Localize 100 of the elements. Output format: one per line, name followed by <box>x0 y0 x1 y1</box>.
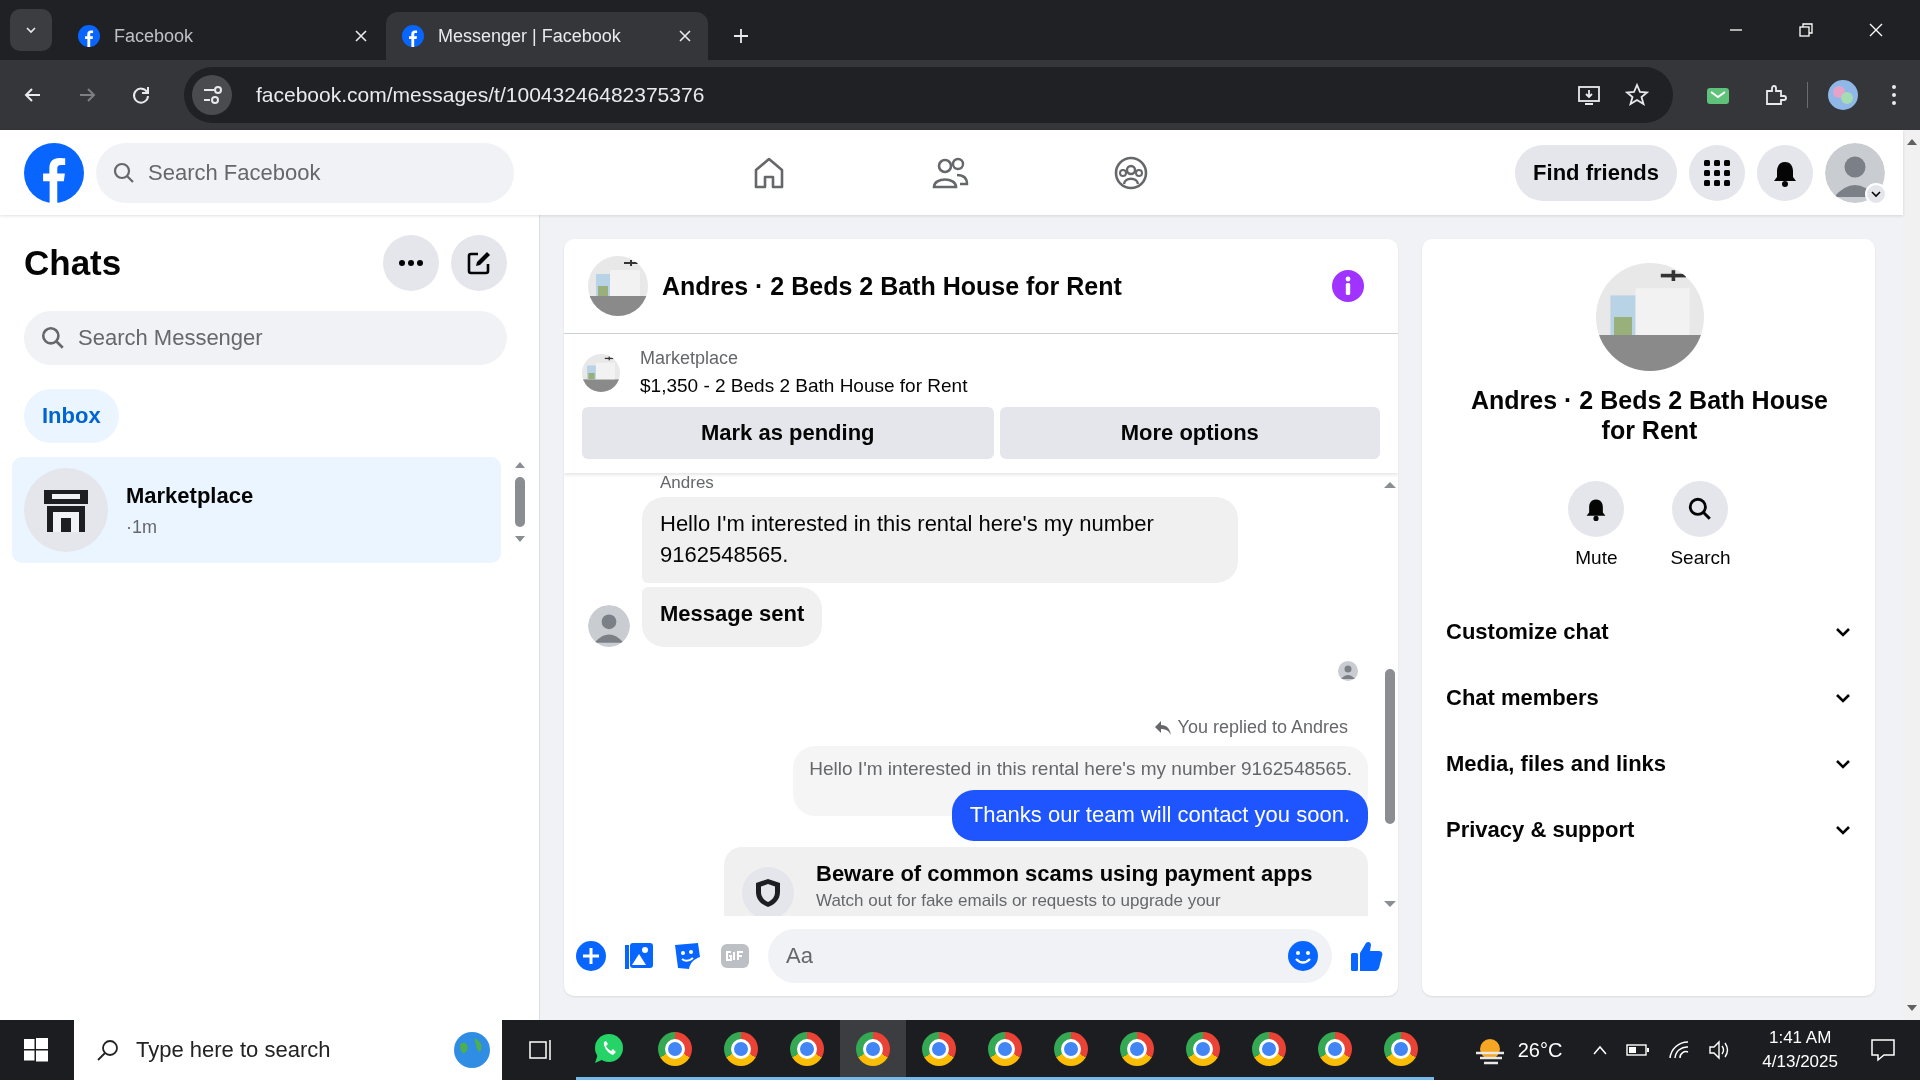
wifi-icon[interactable] <box>1668 1040 1691 1060</box>
section-header[interactable]: Privacy & support <box>1446 797 1853 863</box>
chat-time: ·1m <box>126 516 158 538</box>
chat-name: Marketplace <box>126 482 254 509</box>
chrome-icon <box>988 1031 1022 1066</box>
section-header[interactable]: Chat members <box>1446 665 1853 731</box>
scroll-up-icon[interactable] <box>514 461 526 469</box>
tab-title: Facebook <box>114 25 195 47</box>
puzzle-icon[interactable] <box>1763 83 1787 107</box>
message-bubble: Hello I'm interested in this rental here's my number 9162548565. <box>642 497 1238 583</box>
chrome-icon <box>1252 1031 1286 1066</box>
contact-name: Andres · 2 Beds 2 Bath House for Rent <box>1470 385 1829 445</box>
sticker-icon[interactable] <box>672 941 702 971</box>
account-button[interactable] <box>1825 142 1885 203</box>
message-field[interactable]: Aa <box>768 929 1332 983</box>
address-bar[interactable]: facebook.com/messages/t/10043246482375376 <box>184 67 1673 123</box>
action-label: Search <box>1670 547 1731 569</box>
battery-icon[interactable] <box>1626 1043 1651 1057</box>
notification-icon[interactable] <box>1870 1038 1896 1062</box>
chrome-icon <box>658 1031 692 1066</box>
url-text: facebook.com/messages/t/10043246482375376 <box>256 83 705 107</box>
section-header[interactable]: Media, files and links <box>1446 731 1853 797</box>
facebook-logo[interactable] <box>24 142 84 203</box>
chats-title: Chats <box>24 243 122 283</box>
reload-icon[interactable] <box>130 84 152 106</box>
chrome-icon <box>1318 1031 1352 1066</box>
chrome-icon <box>724 1031 758 1066</box>
conversation-title: Andres · 2 Beds 2 Bath House for Rent <box>662 271 1122 301</box>
restore-icon[interactable] <box>1798 22 1814 38</box>
image-icon[interactable] <box>624 941 654 971</box>
new-tab-icon[interactable] <box>732 27 750 45</box>
chrome-icon <box>790 1031 824 1066</box>
menu-icon[interactable] <box>1890 83 1898 107</box>
chat-item[interactable]: Marketplace ·1m <box>12 457 501 563</box>
listing-title: $1,350 - 2 Beds 2 Bath House for Rent <box>640 375 968 397</box>
emoji-icon[interactable] <box>1288 941 1318 971</box>
scroll-up-icon[interactable] <box>1383 481 1397 489</box>
like-icon[interactable] <box>1350 939 1384 973</box>
notice-title: Beware of common scams using payment apps <box>816 861 1313 888</box>
chrome-icon <box>1384 1031 1418 1066</box>
chrome-icon <box>1186 1031 1220 1066</box>
message-bubble: Thanks our team will contact you soon. <box>951 790 1368 842</box>
scrollbar-thumb[interactable] <box>515 477 525 527</box>
close-icon[interactable] <box>678 29 692 43</box>
taskbar-app[interactable] <box>840 1020 906 1080</box>
chrome-icon <box>1054 1031 1088 1066</box>
chrome-icon <box>922 1031 956 1066</box>
info-icon[interactable] <box>1332 270 1364 302</box>
compose-icon <box>465 249 493 277</box>
groups-icon[interactable] <box>1113 154 1149 191</box>
scroll-down-icon[interactable] <box>1905 1004 1918 1012</box>
browser-tab[interactable]: Messenger | Facebook <box>386 12 708 60</box>
sender-name: Andres <box>660 473 715 493</box>
search-icon <box>96 1038 120 1062</box>
new-message-button[interactable] <box>451 235 507 291</box>
message-bubble: Message sent <box>642 586 823 648</box>
avatar-icon <box>588 605 630 648</box>
listing-action-button[interactable]: Mark as pending <box>582 407 994 459</box>
whatsapp-icon <box>592 1031 626 1066</box>
filter-chip[interactable]: Inbox <box>24 389 119 443</box>
chevron-down-icon[interactable] <box>25 24 37 36</box>
chevron-up-icon[interactable] <box>1592 1044 1609 1056</box>
star-icon[interactable] <box>1625 83 1649 107</box>
site-settings-icon[interactable] <box>192 75 232 115</box>
scroll-up-icon[interactable] <box>1905 138 1918 146</box>
search-icon <box>1687 496 1714 522</box>
volume-icon[interactable] <box>1708 1040 1731 1060</box>
scrollbar-thumb[interactable] <box>1385 669 1395 824</box>
facebook-icon <box>402 25 424 47</box>
more-button[interactable] <box>383 235 439 291</box>
avatar-icon <box>1825 142 1885 203</box>
install-icon[interactable] <box>1577 83 1601 107</box>
add-icon[interactable] <box>576 941 606 971</box>
facebook-icon <box>78 25 100 47</box>
clock-time: 1:41 AM <box>1769 1027 1832 1050</box>
section-header[interactable]: Customize chat <box>1446 599 1853 665</box>
temperature: 26°C <box>1517 1038 1563 1062</box>
listing-action-button[interactable]: More options <box>999 407 1380 459</box>
seen-avatar-icon <box>1338 661 1358 682</box>
windows-start-icon[interactable] <box>24 1038 48 1062</box>
search-icon <box>40 325 66 351</box>
profile-icon[interactable] <box>1828 80 1858 110</box>
task-view-icon[interactable] <box>528 1038 554 1062</box>
search-icon <box>112 160 136 185</box>
page-scrollbar[interactable] <box>1903 130 1920 1020</box>
find-friends-button[interactable]: Find friends <box>1515 144 1677 201</box>
reply-note: You replied to Andres <box>1177 717 1348 739</box>
taskbar-search-field[interactable]: Type here to search <box>74 1020 502 1080</box>
tab-title: Messenger | Facebook <box>438 25 622 47</box>
listing-source: Marketplace <box>640 348 740 369</box>
scroll-down-icon[interactable] <box>1383 900 1397 908</box>
browser-tab[interactable]: Facebook <box>62 12 384 60</box>
reply-icon <box>1153 719 1172 736</box>
more-icon <box>398 259 424 267</box>
scroll-down-icon[interactable] <box>514 535 526 543</box>
grid-icon <box>1703 158 1731 187</box>
close-icon[interactable] <box>354 29 368 43</box>
chrome-icon <box>1120 1031 1154 1066</box>
search-field[interactable]: Search Facebook <box>96 142 514 203</box>
search-field[interactable]: Search Messenger <box>24 311 507 365</box>
